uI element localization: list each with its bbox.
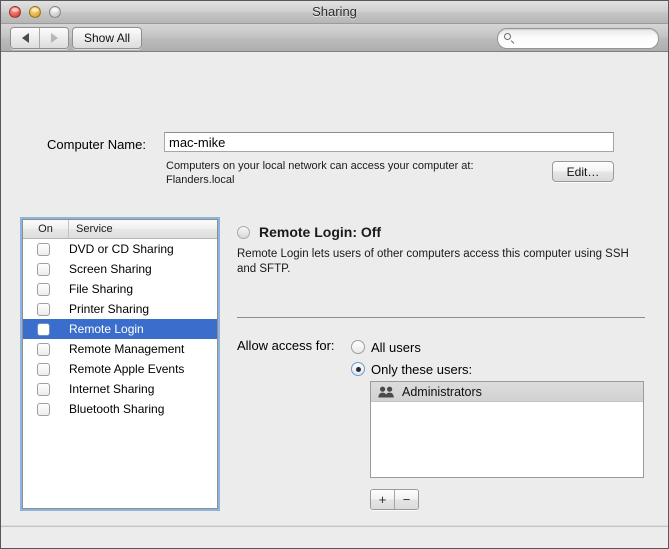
navigation-segmented-control	[10, 27, 69, 49]
service-name: File Sharing	[69, 282, 134, 296]
service-row[interactable]: Internet Sharing	[23, 379, 217, 399]
triangle-left-icon	[21, 33, 29, 43]
service-row[interactable]: File Sharing	[23, 279, 217, 299]
computer-name-input[interactable]	[164, 132, 614, 152]
allow-access-label: Allow access for:	[237, 338, 335, 353]
remove-user-button[interactable]: −	[394, 490, 418, 509]
radio-option-only-these-users[interactable]: Only these users:	[351, 358, 472, 380]
column-header-on[interactable]: On	[23, 220, 69, 238]
back-button[interactable]	[11, 28, 39, 48]
service-row[interactable]: Bluetooth Sharing	[23, 399, 217, 419]
service-name: Remote Login	[69, 322, 144, 336]
service-name: DVD or CD Sharing	[69, 242, 174, 256]
column-header-service[interactable]: Service	[69, 220, 113, 238]
service-checkbox[interactable]	[37, 262, 50, 276]
service-name: Printer Sharing	[69, 302, 150, 316]
service-row[interactable]: Screen Sharing	[23, 259, 217, 279]
service-row[interactable]: Remote Apple Events	[23, 359, 217, 379]
radio-label-only-these-users: Only these users:	[371, 361, 473, 377]
preferences-content: Computer Name: Computers on your local n…	[1, 52, 668, 548]
section-divider	[237, 317, 645, 318]
edit-button[interactable]: Edit…	[552, 161, 614, 182]
service-row[interactable]: DVD or CD Sharing	[23, 239, 217, 259]
users-add-remove-control: + −	[370, 489, 419, 510]
forward-button[interactable]	[39, 28, 68, 48]
service-name: Remote Apple Events	[69, 362, 185, 376]
window-title: Sharing	[312, 4, 357, 19]
radio-icon-all-users	[351, 340, 365, 354]
service-row[interactable]: Printer Sharing	[23, 299, 217, 319]
service-checkbox[interactable]	[37, 362, 50, 376]
search-field[interactable]	[497, 28, 659, 49]
service-name: Remote Management	[69, 342, 185, 356]
radio-label-all-users: All users	[371, 339, 421, 355]
service-name: Internet Sharing	[69, 382, 155, 396]
service-list-body: DVD or CD Sharing Screen Sharing File Shar…	[23, 239, 217, 508]
window-toolbar: Show All	[1, 24, 668, 52]
service-list-header: On Service	[23, 220, 217, 239]
service-checkbox[interactable]	[37, 282, 50, 296]
service-row[interactable]: Remote Login	[23, 319, 217, 339]
sharing-preferences-window: Sharing Show All Computer Name: Computer…	[0, 0, 669, 549]
add-user-button[interactable]: +	[371, 490, 394, 509]
service-name: Screen Sharing	[69, 262, 152, 276]
search-input[interactable]	[515, 31, 657, 46]
service-description: Remote Login lets users of other compute…	[237, 248, 629, 275]
service-checkbox[interactable]	[37, 342, 50, 356]
service-checkbox[interactable]	[37, 382, 50, 396]
service-name: Bluetooth Sharing	[69, 402, 165, 416]
user-label: Administrators	[402, 384, 482, 399]
service-checkbox[interactable]	[37, 322, 50, 336]
service-status-title: Remote Login: Off	[259, 224, 382, 240]
status-indicator-icon	[237, 225, 250, 239]
radio-option-all-users[interactable]: All users	[351, 336, 472, 358]
search-icon	[504, 33, 515, 44]
allow-access-radio-group: All users Only these users:	[351, 336, 472, 380]
radio-icon-only-these-users	[351, 362, 365, 376]
service-checkbox[interactable]	[37, 302, 50, 316]
computer-name-help-text: Computers on your local network can acce…	[166, 160, 474, 186]
service-checkbox[interactable]	[37, 402, 50, 416]
computer-name-label: Computer Name:	[47, 137, 146, 152]
service-list[interactable]: On Service DVD or CD Sharing Screen Shari…	[22, 219, 218, 509]
service-checkbox[interactable]	[37, 242, 50, 256]
service-status-row: Remote Login: Off	[237, 224, 381, 240]
group-icon	[378, 386, 395, 398]
window-titlebar: Sharing	[1, 1, 668, 24]
service-row[interactable]: Remote Management	[23, 339, 217, 359]
show-all-button[interactable]: Show All	[72, 27, 143, 49]
list-item[interactable]: Administrators	[371, 382, 643, 402]
allowed-users-list[interactable]: Administrators	[370, 381, 644, 478]
triangle-right-icon	[50, 33, 58, 43]
footer-divider	[1, 525, 668, 527]
